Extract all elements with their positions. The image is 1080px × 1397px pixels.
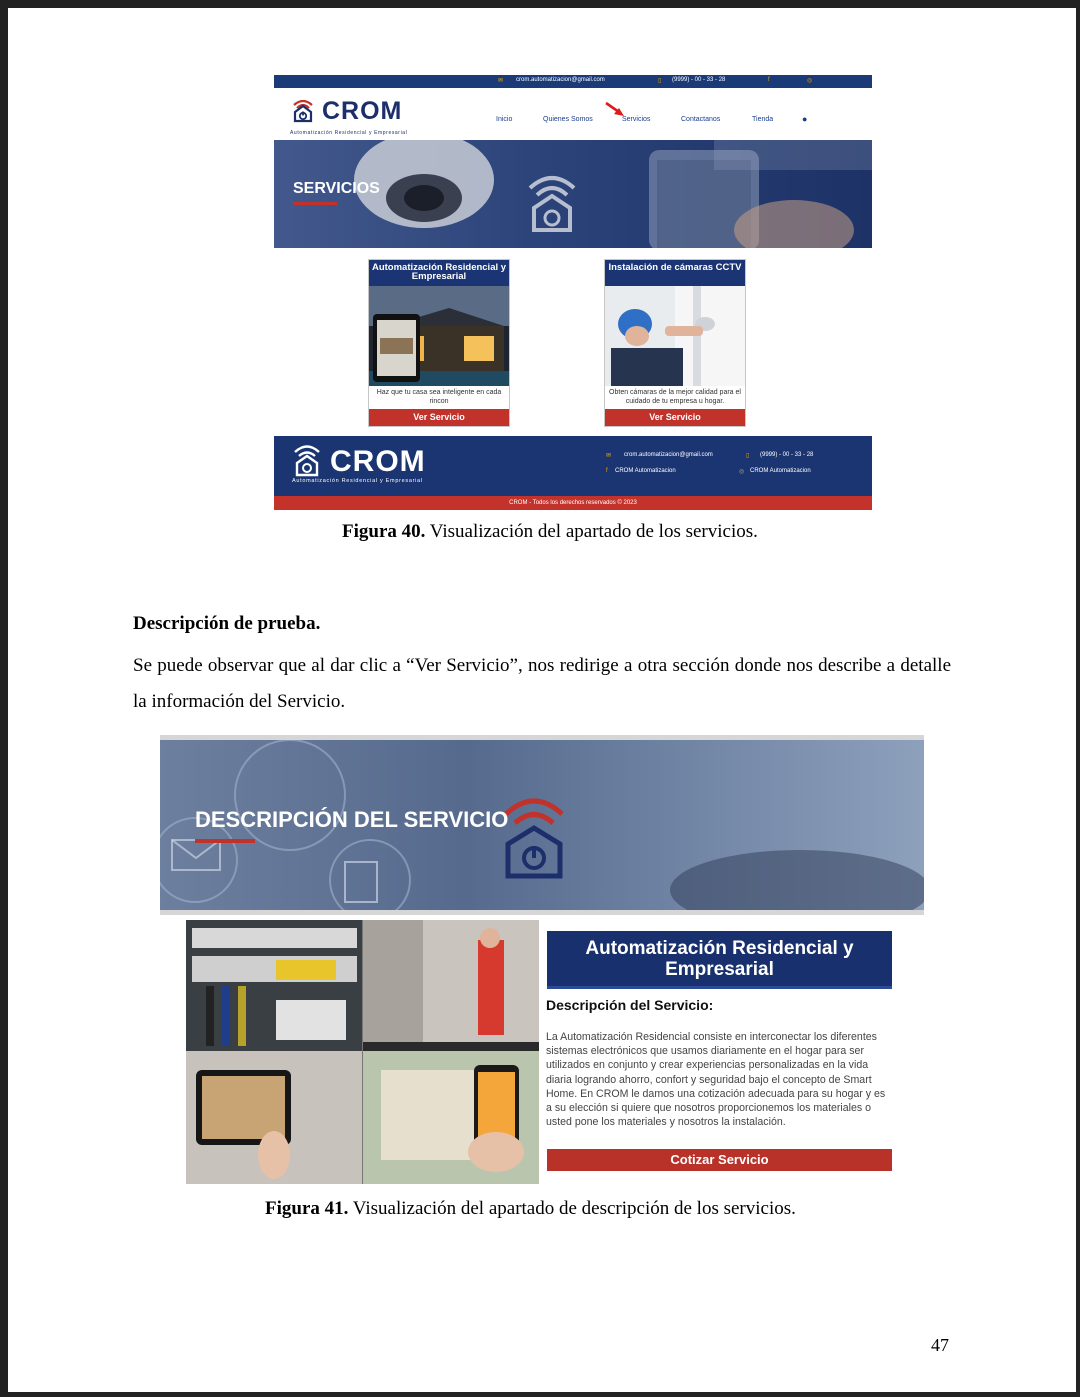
section-heading: Descripción de prueba. [133, 613, 321, 634]
title-underline [293, 202, 337, 205]
ver-servicio-button[interactable]: Ver Servicio [605, 409, 745, 426]
servicios-title: SERVICIOS [293, 180, 380, 197]
caption-label: Figura 40. [342, 521, 426, 542]
descripcion-hero-banner: DESCRIPCIÓN DEL SERVICIO [160, 735, 924, 915]
site-footer: CROM Automatización Residencial y Empres… [274, 436, 872, 496]
document-page: ✉ crom.automatizacion@gmail.com ▯ (9999)… [8, 8, 1076, 1392]
crom-power-icon [504, 798, 564, 879]
cotizar-servicio-button[interactable]: Cotizar Servicio [547, 1149, 892, 1171]
footer-instagram-icon: ◎ [739, 469, 745, 475]
caption-text: Visualización del apartado de descripció… [348, 1198, 796, 1219]
footer-facebook[interactable]: CROM Automatizacion [615, 468, 676, 474]
cctv-installer-image [605, 286, 745, 386]
nav-contactanos[interactable]: Contactanos [681, 116, 720, 123]
user-icon[interactable]: ● [802, 114, 807, 124]
facebook-icon[interactable]: f [768, 77, 770, 83]
footer-tagline: Automatización Residencial y Empresarial [292, 478, 423, 484]
service-card-automatizacion: Automatización Residencial y Empresarial… [368, 259, 510, 427]
crom-logo-icon [293, 99, 313, 123]
footer-email[interactable]: crom.automatizacion@gmail.com [624, 452, 713, 458]
footer-phone[interactable]: (9999) - 00 - 33 - 28 [760, 452, 813, 458]
instagram-icon[interactable]: ◎ [807, 77, 812, 84]
crom-power-icon [528, 176, 576, 232]
servicios-hero-banner: SERVICIOS [274, 140, 872, 248]
card-title: Automatización Residencial y Empresarial [369, 260, 509, 286]
footer-logo-icon [294, 445, 320, 477]
card-description: Obten cámaras de la mejor calidad para e… [609, 389, 741, 405]
title-underline [195, 839, 255, 843]
service-photo-collage [186, 920, 539, 1184]
red-arrow-icon [605, 101, 624, 116]
footer-mail-icon: ✉ [606, 453, 612, 459]
caption-label: Figura 41. [265, 1198, 349, 1219]
footer-facebook-icon: f [606, 468, 608, 474]
card-description: Haz que tu casa sea inteligente en cada … [376, 389, 502, 405]
service-title-box: Automatización Residencial y Empresarial [547, 931, 892, 989]
figure-40-caption: Figura 40. Visualización del apartado de… [342, 521, 758, 543]
footer-phone-icon: ▯ [746, 453, 750, 459]
mail-icon: ✉ [498, 78, 504, 84]
figure-41-caption: Figura 41. Visualización del apartado de… [265, 1198, 796, 1220]
card-title: Instalación de cámaras CCTV [605, 260, 745, 286]
nav-tienda[interactable]: Tienda [752, 116, 773, 123]
descripcion-title: DESCRIPCIÓN DEL SERVICIO [195, 807, 509, 832]
nav-servicios[interactable]: Servicios [622, 116, 650, 123]
collage-images [186, 920, 539, 1184]
section-paragraph: Se puede observar que al dar clic a “Ver… [133, 655, 951, 712]
smart-home-image [369, 286, 509, 386]
top-contact-bar: ✉ crom.automatizacion@gmail.com ▯ (9999)… [274, 75, 872, 88]
site-header: CROM Automatización Residencial y Empres… [274, 88, 872, 147]
topbar-email[interactable]: crom.automatizacion@gmail.com [516, 77, 605, 83]
footer-instagram[interactable]: CROM Automatizacion [750, 468, 811, 474]
footer-logo-wordmark: CROM [330, 445, 426, 478]
logo-tagline: Automatización Residencial y Empresarial [290, 130, 408, 136]
description-label: Descripción del Servicio: [546, 997, 714, 1013]
phone-icon: ▯ [658, 78, 662, 84]
description-text: La Automatización Residencial consiste e… [546, 1031, 886, 1129]
ver-servicio-button[interactable]: Ver Servicio [369, 409, 509, 426]
nav-inicio[interactable]: Inicio [496, 116, 512, 123]
footer-copyright: CROM - Todos los derechos reservados © 2… [274, 496, 872, 510]
nav-quienes-somos[interactable]: Quienes Somos [543, 116, 593, 123]
caption-text: Visualización del apartado de los servic… [425, 521, 758, 542]
service-card-cctv: Instalación de cámaras CCTV Obten cámara… [604, 259, 746, 427]
logo-wordmark[interactable]: CROM [322, 97, 402, 126]
page-number: 47 [931, 1335, 949, 1355]
topbar-phone[interactable]: (9999) - 00 - 33 - 28 [672, 77, 725, 83]
